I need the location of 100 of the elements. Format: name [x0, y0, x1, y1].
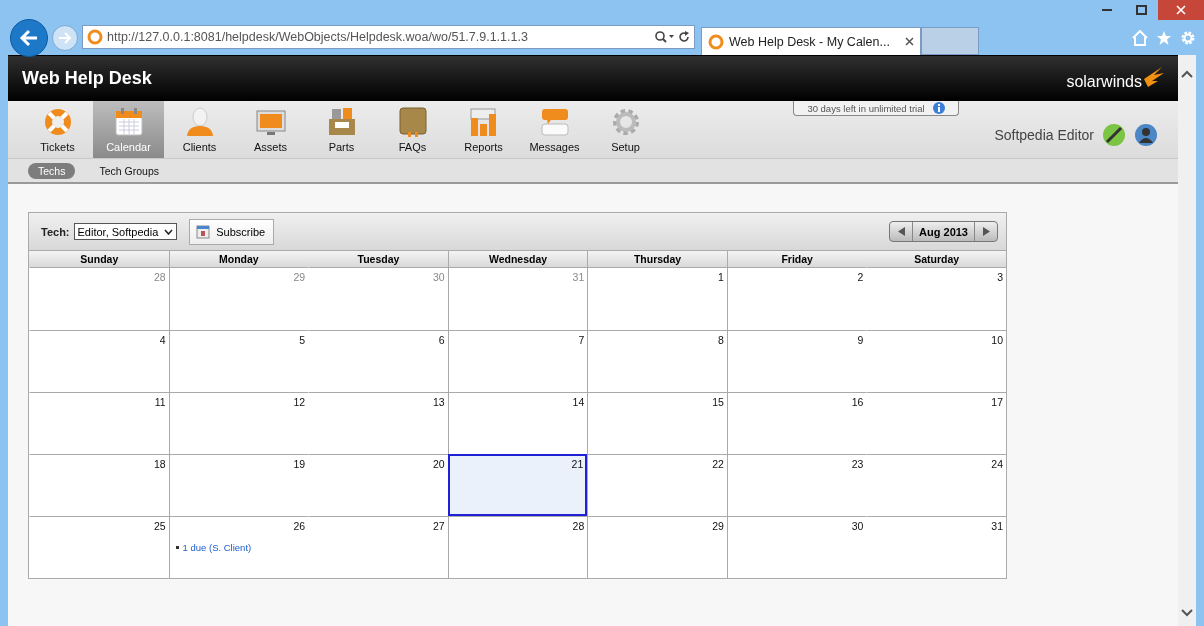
bullet-icon [175, 546, 179, 549]
trial-notice[interactable]: 30 days left in unlimited trial [793, 101, 959, 116]
user-icon[interactable] [1134, 123, 1158, 147]
day-number: 18 [153, 458, 166, 470]
day-cell[interactable]: 3 [866, 268, 1006, 330]
day-cell[interactable]: 25 [29, 516, 169, 578]
scroll-down-icon[interactable] [1181, 608, 1193, 618]
tech-dropdown[interactable]: Editor, Softpedia [73, 223, 178, 240]
sub-tab[interactable]: Techs [28, 162, 76, 179]
day-cell[interactable]: 31 [447, 268, 588, 330]
info-icon[interactable] [932, 102, 945, 114]
day-cell[interactable]: 18 [29, 454, 169, 516]
minimize-icon[interactable] [1102, 8, 1112, 12]
maximize-icon[interactable] [1135, 5, 1147, 15]
day-cell[interactable]: 5 [168, 330, 309, 392]
day-number: 11 [154, 396, 166, 408]
day-number: 30 [851, 520, 864, 532]
back-button[interactable] [10, 19, 48, 57]
day-number: 5 [299, 334, 306, 346]
left-arrow-icon [897, 227, 905, 236]
day-cell[interactable]: 20 [308, 454, 448, 516]
nav-tab[interactable]: Tickets [22, 101, 93, 158]
weekday-header: Sunday [29, 251, 169, 268]
sub-tab[interactable]: Tech Groups [89, 162, 169, 179]
day-cell[interactable]: 2 [726, 268, 867, 330]
day-number: 7 [578, 334, 585, 346]
day-number: 8 [718, 334, 724, 346]
address-bar[interactable]: http://127.0.0.1:8081/helpdesk/WebObjects/Helpdesk.woa/wo/51.7.9.1.1.1.3 [82, 25, 695, 49]
day-cell[interactable]: 1 [587, 268, 727, 330]
day-cell[interactable]: 30 [308, 268, 448, 330]
tech-label: Tech: [41, 225, 70, 238]
day-cell[interactable]: 13 [308, 392, 448, 454]
forward-arrow-icon [58, 32, 72, 44]
nav-tab[interactable]: FAQs [377, 101, 448, 158]
day-number: 16 [851, 396, 864, 408]
scroll-up-icon[interactable] [1181, 69, 1193, 79]
day-cell[interactable]: 4 [29, 330, 169, 392]
day-cell[interactable]: 22 [587, 454, 727, 516]
day-number: 30 [433, 271, 445, 283]
day-number: 14 [572, 396, 585, 408]
month-label: Aug 2013 [912, 222, 975, 241]
plug-icon[interactable] [1102, 123, 1126, 147]
day-cell[interactable]: 29 [168, 268, 309, 330]
search-icon[interactable] [654, 30, 674, 44]
day-number: 9 [857, 334, 864, 346]
day-cell[interactable]: 28 [447, 516, 588, 578]
nav-tab[interactable]: Parts [306, 101, 377, 158]
day-number: 10 [991, 334, 1003, 346]
day-cell[interactable]: 26 1 due (S. Client) [168, 516, 309, 578]
day-cell[interactable]: 16 [726, 392, 867, 454]
day-cell[interactable]: 31 [866, 516, 1006, 578]
tab-title: Web Help Desk - My Calen... [729, 34, 891, 49]
day-cell[interactable]: 17 [866, 392, 1006, 454]
app-title: Web Help Desk [22, 68, 152, 89]
day-cell[interactable]: 21 [447, 454, 588, 516]
day-cell[interactable]: 12 [168, 392, 309, 454]
day-number: 29 [712, 520, 724, 532]
day-cell[interactable]: 6 [308, 330, 448, 392]
day-number: 31 [991, 520, 1003, 532]
day-cell[interactable]: 11 [29, 392, 169, 454]
day-cell[interactable]: 19 [168, 454, 309, 516]
close-icon[interactable] [905, 37, 914, 46]
day-cell[interactable]: 30 [726, 516, 867, 578]
day-cell[interactable]: 15 [587, 392, 727, 454]
browser-tab[interactable]: Web Help Desk - My Calen... [701, 27, 921, 55]
weekday-header: Tuesday [308, 251, 448, 268]
nav-tab[interactable]: Messages [519, 101, 590, 158]
speech-bubbles-icon [538, 106, 571, 138]
day-cell[interactable]: 27 [308, 516, 448, 578]
subscribe-button[interactable]: Subscribe [189, 218, 275, 245]
day-number: 31 [572, 271, 585, 283]
refresh-icon[interactable] [678, 31, 690, 43]
day-cell[interactable]: 24 [866, 454, 1006, 516]
weekday-header: Thursday [587, 251, 727, 268]
event-link[interactable]: 1 due (S. Client) [182, 542, 252, 553]
day-number: 22 [712, 458, 724, 470]
site-icon [87, 29, 103, 45]
day-cell[interactable]: 7 [447, 330, 588, 392]
day-cell[interactable]: 8 [587, 330, 727, 392]
weekday-header: Saturday [866, 251, 1006, 268]
star-icon[interactable] [1156, 30, 1172, 46]
url-text: http://127.0.0.1:8081/helpdesk/WebObjects/Helpdesk.woa/wo/51.7.9.1.1.1.3 [107, 30, 529, 44]
day-number: 17 [991, 396, 1003, 408]
day-number: 21 [571, 458, 584, 470]
day-number: 12 [293, 396, 306, 408]
day-number: 25 [153, 520, 166, 532]
day-cell[interactable]: 10 [866, 330, 1006, 392]
nav-tab[interactable]: Clients [164, 101, 235, 158]
day-cell[interactable]: 9 [726, 330, 867, 392]
day-cell[interactable]: 23 [726, 454, 867, 516]
day-number: 4 [159, 334, 166, 346]
weekday-header: Monday [168, 251, 309, 268]
nav-tab[interactable]: Setup [590, 101, 661, 158]
day-number: 28 [572, 520, 585, 532]
day-cell[interactable]: 29 [587, 516, 727, 578]
day-cell[interactable]: 28 [29, 268, 169, 330]
nav-tab[interactable]: Assets [235, 101, 306, 158]
right-arrow-icon [982, 227, 990, 236]
nav-tab[interactable]: Reports [448, 101, 519, 158]
day-number: 3 [997, 271, 1003, 283]
